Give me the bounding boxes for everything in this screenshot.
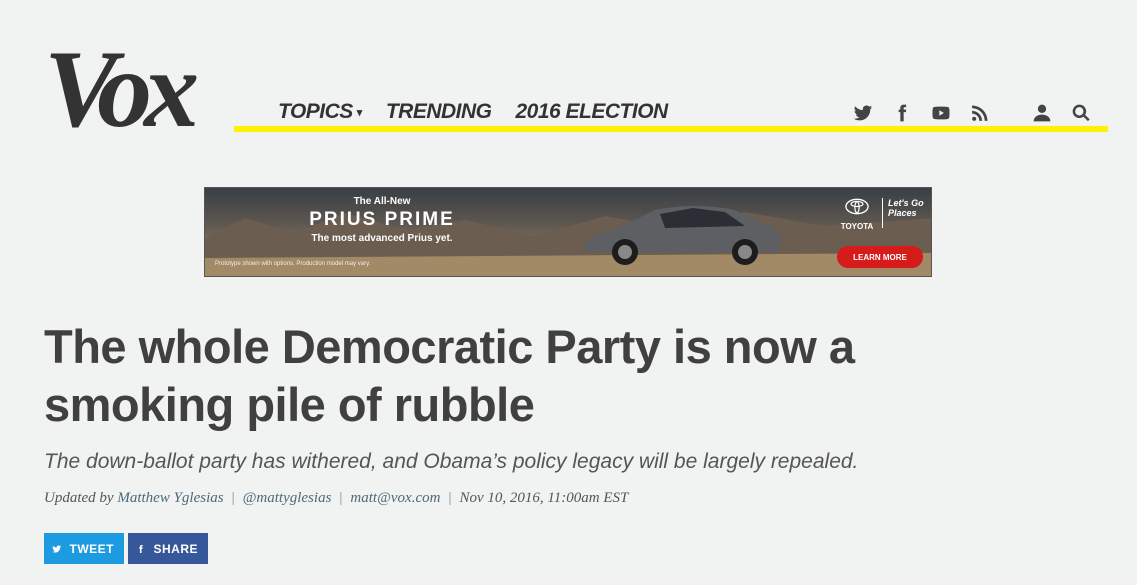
facebook-icon: [139, 544, 143, 553]
ad-copy: The All-New PRIUS PRIME The most advance…: [287, 196, 477, 244]
page: Vox TOPICS ▾ TRENDING 2016 ELECTION The …: [0, 0, 1137, 585]
ad-brand: PRIUS PRIME: [309, 209, 455, 230]
car-image: [585, 206, 782, 265]
chevron-down-icon: ▾: [356, 107, 363, 119]
nav-topics[interactable]: TOPICS ▾: [278, 100, 362, 124]
share-label: SHARE: [153, 541, 198, 556]
facebook-icon[interactable]: [891, 102, 913, 124]
user-icon[interactable]: [1031, 102, 1053, 124]
nav-topics-label: TOPICS: [278, 100, 353, 123]
toyota-logo: TOYOTA: [835, 198, 879, 231]
twitter-icon: [52, 544, 62, 553]
byline: Updated by Matthew Yglesias | @mattygles…: [44, 490, 628, 507]
byline-prefix: Updated by: [44, 490, 114, 506]
byline-separator: |: [339, 490, 343, 506]
author-email-link[interactable]: matt@vox.com: [350, 490, 440, 507]
ad-banner[interactable]: The All-New PRIUS PRIME The most advance…: [204, 187, 932, 277]
nav-links: TOPICS ▾ TRENDING 2016 ELECTION: [278, 100, 668, 124]
ad-eyebrow: The All-New: [353, 196, 411, 207]
toyota-name: TOYOTA: [840, 222, 874, 231]
article-dek: The down-ballot party has withered, and …: [44, 450, 859, 473]
nav-icons: [835, 102, 1092, 124]
ad-fine-print: Prototype shown with options. Production…: [215, 261, 371, 267]
author-link[interactable]: Matthew Yglesias: [117, 490, 223, 507]
nav-trending-label: TRENDING: [385, 100, 492, 123]
main-nav: TOPICS ▾ TRENDING 2016 ELECTION: [234, 92, 1108, 132]
byline-separator: |: [448, 490, 452, 506]
author-twitter-link[interactable]: @mattyglesias: [243, 490, 332, 507]
vox-logo[interactable]: Vox: [44, 34, 199, 144]
ad-slogan: Let's Go Places: [888, 198, 924, 218]
article-headline: The whole Democratic Party is now a smok…: [44, 320, 855, 431]
nav-election-label: 2016 ELECTION: [515, 100, 669, 123]
share-bar: TWEET SHARE: [44, 533, 208, 564]
rss-icon[interactable]: [969, 102, 991, 124]
ad-subtitle: The most advanced Prius yet.: [311, 233, 453, 244]
tweet-button[interactable]: TWEET: [44, 533, 124, 564]
toyota-emblem-icon: [845, 198, 869, 215]
nav-trending[interactable]: TRENDING: [386, 100, 492, 124]
nav-2016-election[interactable]: 2016 ELECTION: [515, 100, 669, 124]
publish-date: Nov 10, 2016, 11:00am EST: [459, 490, 629, 506]
byline-separator: |: [231, 490, 235, 506]
ad-divider: [882, 198, 883, 228]
twitter-icon[interactable]: [852, 102, 874, 124]
tweet-label: TWEET: [69, 541, 114, 556]
youtube-icon[interactable]: [930, 102, 952, 124]
facebook-share-button[interactable]: SHARE: [128, 533, 208, 564]
learn-more-button[interactable]: LEARN MORE: [837, 246, 923, 268]
search-icon[interactable]: [1070, 102, 1092, 124]
